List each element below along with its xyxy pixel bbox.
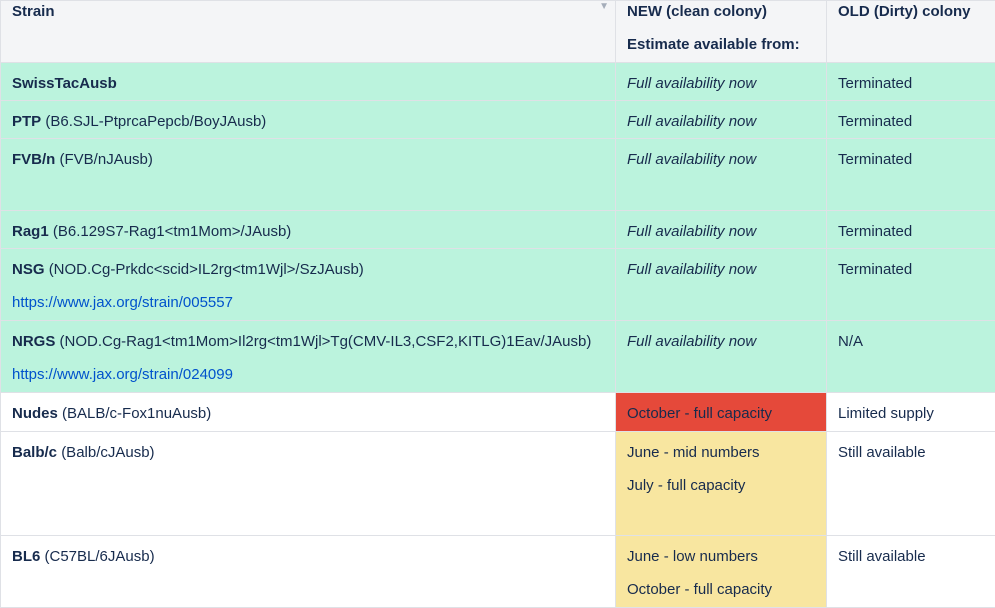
strain-name: PTP xyxy=(12,113,41,130)
old-colony-cell: Terminated xyxy=(827,249,995,321)
strain-detail: (NOD.Cg-Rag1<tm1Mom>Il2rg<tm1Wjl>Tg(CMV-… xyxy=(60,333,592,350)
new-availability: Full availability now xyxy=(627,333,756,350)
new-availability: Full availability now xyxy=(627,151,756,168)
new-colony-cell: Full availability now xyxy=(616,321,827,393)
strain-name: Nudes xyxy=(12,405,58,422)
strain-cell: NSG (NOD.Cg-Prkdc<scid>IL2rg<tm1Wjl>/SzJ… xyxy=(1,249,616,321)
strain-name: Balb/c xyxy=(12,444,57,461)
strain-cell: FVB/n (FVB/nJAusb) xyxy=(1,139,616,211)
strain-detail: (FVB/nJAusb) xyxy=(60,151,153,168)
table-row: Rag1 (B6.129S7-Rag1<tm1Mom>/JAusb) Full … xyxy=(1,211,995,249)
old-colony-cell: Terminated xyxy=(827,63,995,101)
old-status: N/A xyxy=(838,333,863,350)
table-row: BL6 (C57BL/6JAusb) June - low numbers Oc… xyxy=(1,536,995,608)
old-status: Terminated xyxy=(838,113,912,130)
table-row: FVB/n (FVB/nJAusb) Full availability now… xyxy=(1,139,995,211)
old-colony-cell: Terminated xyxy=(827,101,995,139)
new-colony-cell: Full availability now xyxy=(616,63,827,101)
strain-cell: SwissTacAusb xyxy=(1,63,616,101)
new-availability: Full availability now xyxy=(627,113,756,130)
strain-cell: Rag1 (B6.129S7-Rag1<tm1Mom>/JAusb) xyxy=(1,211,616,249)
new-colony-cell: Full availability now xyxy=(616,101,827,139)
header-new-sublabel: Estimate available from: xyxy=(627,35,815,55)
old-status: Limited supply xyxy=(838,405,934,422)
new-availability: October - full capacity xyxy=(627,405,772,422)
strain-link[interactable]: https://www.jax.org/strain/005557 xyxy=(12,293,604,313)
strain-cell: PTP (B6.SJL-PtprcaPepcb/BoyJAusb) xyxy=(1,101,616,139)
old-status: Terminated xyxy=(838,151,912,168)
table-row: NRGS (NOD.Cg-Rag1<tm1Mom>Il2rg<tm1Wjl>Tg… xyxy=(1,321,995,393)
old-colony-cell: Still available xyxy=(827,432,995,536)
strain-detail: (C57BL/6JAusb) xyxy=(45,548,155,565)
old-colony-cell: Still available xyxy=(827,536,995,608)
strain-cell: Balb/c (Balb/cJAusb) xyxy=(1,432,616,536)
new-availability: June - mid numbers xyxy=(627,444,760,461)
new-colony-cell: October - full capacity xyxy=(616,393,827,432)
header-old-colony[interactable]: OLD (Dirty) colony xyxy=(827,1,995,63)
strain-detail: (BALB/c-Fox1nuAusb) xyxy=(62,405,211,422)
new-colony-cell: Full availability now xyxy=(616,211,827,249)
old-colony-cell: Terminated xyxy=(827,139,995,211)
strain-name: Rag1 xyxy=(12,223,49,240)
new-availability-second: July - full capacity xyxy=(627,476,815,496)
new-colony-cell: June - low numbers October - full capaci… xyxy=(616,536,827,608)
strain-detail: (B6.129S7-Rag1<tm1Mom>/JAusb) xyxy=(53,223,291,240)
table-row: NSG (NOD.Cg-Prkdc<scid>IL2rg<tm1Wjl>/SzJ… xyxy=(1,249,995,321)
new-availability-second: October - full capacity xyxy=(627,580,815,600)
new-availability: June - low numbers xyxy=(627,548,758,565)
sort-icon[interactable]: ▼ xyxy=(599,0,609,17)
header-row: Strain ▼ NEW (clean colony) Estimate ava… xyxy=(1,1,995,63)
strain-name: NRGS xyxy=(12,333,55,350)
strain-name: FVB/n xyxy=(12,151,55,168)
header-strain[interactable]: Strain ▼ xyxy=(1,1,616,63)
strain-availability-table: Strain ▼ NEW (clean colony) Estimate ava… xyxy=(0,0,995,608)
new-colony-cell: June - mid numbers July - full capacity xyxy=(616,432,827,536)
old-colony-cell: N/A xyxy=(827,321,995,393)
new-availability: Full availability now xyxy=(627,223,756,240)
header-new-label: NEW (clean colony) xyxy=(627,3,767,20)
old-status: Terminated xyxy=(838,75,912,92)
old-status: Terminated xyxy=(838,261,912,278)
table-row: Nudes (BALB/c-Fox1nuAusb) October - full… xyxy=(1,393,995,432)
strain-name: NSG xyxy=(12,261,45,278)
header-strain-label: Strain xyxy=(12,3,55,20)
old-status: Still available xyxy=(838,444,926,461)
table-row: PTP (B6.SJL-PtprcaPepcb/BoyJAusb) Full a… xyxy=(1,101,995,139)
table-row: SwissTacAusb Full availability now Termi… xyxy=(1,63,995,101)
strain-name: BL6 xyxy=(12,548,40,565)
strain-cell: BL6 (C57BL/6JAusb) xyxy=(1,536,616,608)
strain-detail: (Balb/cJAusb) xyxy=(61,444,154,461)
strain-link[interactable]: https://www.jax.org/strain/024099 xyxy=(12,365,604,385)
new-availability: Full availability now xyxy=(627,261,756,278)
old-status: Terminated xyxy=(838,223,912,240)
table-row: Balb/c (Balb/cJAusb) June - mid numbers … xyxy=(1,432,995,536)
strain-cell: NRGS (NOD.Cg-Rag1<tm1Mom>Il2rg<tm1Wjl>Tg… xyxy=(1,321,616,393)
old-status: Still available xyxy=(838,548,926,565)
new-availability: Full availability now xyxy=(627,75,756,92)
header-old-label: OLD (Dirty) colony xyxy=(838,3,971,20)
new-colony-cell: Full availability now xyxy=(616,249,827,321)
old-colony-cell: Limited supply xyxy=(827,393,995,432)
new-colony-cell: Full availability now xyxy=(616,139,827,211)
strain-detail: (NOD.Cg-Prkdc<scid>IL2rg<tm1Wjl>/SzJAusb… xyxy=(49,261,364,278)
strain-cell: Nudes (BALB/c-Fox1nuAusb) xyxy=(1,393,616,432)
strain-name: SwissTacAusb xyxy=(12,75,117,92)
header-new-colony[interactable]: NEW (clean colony) Estimate available fr… xyxy=(616,1,827,63)
strain-detail: (B6.SJL-PtprcaPepcb/BoyJAusb) xyxy=(45,113,266,130)
old-colony-cell: Terminated xyxy=(827,211,995,249)
